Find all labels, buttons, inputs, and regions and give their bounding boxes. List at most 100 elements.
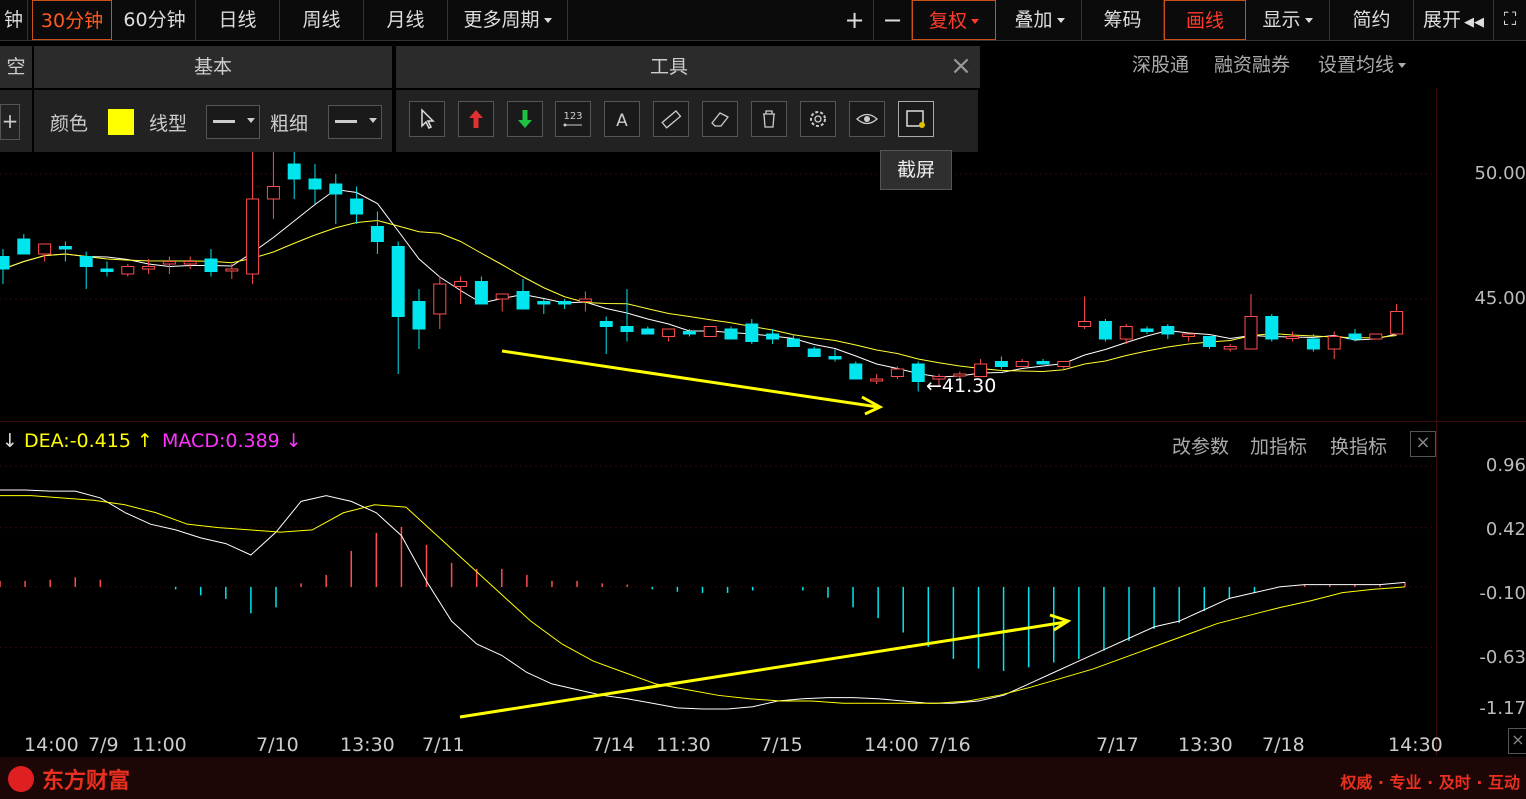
screenshot-tool-button[interactable] bbox=[898, 101, 934, 137]
candle-body bbox=[745, 323, 759, 342]
zoom-out-button[interactable]: − bbox=[874, 0, 912, 40]
candle-body bbox=[558, 301, 572, 305]
more-periods-dropdown[interactable]: 更多周期 bbox=[448, 0, 568, 40]
settings-tool-button[interactable] bbox=[800, 101, 836, 137]
time-label: 7/10 bbox=[256, 734, 299, 756]
up-arrow-tool-button[interactable] bbox=[458, 101, 494, 137]
eraser-icon bbox=[711, 112, 729, 127]
ma10-line bbox=[2, 219, 1397, 373]
close-indicator-icon[interactable]: × bbox=[1410, 431, 1436, 457]
ma5-line bbox=[2, 188, 1397, 378]
visibility-tool-button[interactable] bbox=[849, 101, 885, 137]
rzrq-link[interactable]: 融资融券 bbox=[1214, 50, 1290, 77]
time-label: 14:30 bbox=[1388, 734, 1443, 756]
chevron-down-icon bbox=[369, 118, 377, 123]
candle-body bbox=[766, 333, 780, 340]
ruler-tool-button[interactable] bbox=[653, 101, 689, 137]
price-tick-45: 45.00 bbox=[1474, 288, 1526, 309]
candle-body bbox=[1182, 333, 1196, 337]
candle-body bbox=[1078, 321, 1092, 327]
candle-body bbox=[1202, 336, 1216, 347]
tab-tools[interactable]: 工具 bbox=[396, 46, 942, 88]
expand-button[interactable]: 展开 ◀◀ bbox=[1414, 0, 1494, 40]
dea-line bbox=[0, 495, 1406, 704]
candle-body bbox=[0, 256, 10, 270]
period-tab-30min[interactable]: 30分钟 bbox=[32, 0, 112, 40]
candle-body bbox=[578, 298, 592, 302]
candle-body bbox=[911, 363, 925, 382]
close-panel-icon[interactable]: × bbox=[942, 46, 980, 88]
tab-basic[interactable]: 基本 bbox=[34, 46, 392, 88]
cursor-tool-button[interactable] bbox=[409, 101, 445, 137]
candle-body bbox=[1161, 326, 1175, 335]
candle-body bbox=[287, 163, 301, 180]
period-tab-month[interactable]: 月线 bbox=[364, 0, 448, 40]
swap-indicator-link[interactable]: 换指标 bbox=[1330, 432, 1387, 459]
candle-body bbox=[100, 268, 114, 272]
add-indicator-link[interactable]: 加指标 bbox=[1250, 432, 1307, 459]
period-tab-week[interactable]: 周线 bbox=[280, 0, 364, 40]
number-tool-button[interactable]: 123 bbox=[555, 101, 591, 137]
thickness-select[interactable] bbox=[328, 105, 382, 139]
macd-tick-2: 0.42 bbox=[1485, 519, 1526, 540]
time-label: 11:00 bbox=[132, 734, 187, 756]
eraser-tool-button[interactable] bbox=[702, 101, 738, 137]
delete-tool-button[interactable] bbox=[751, 101, 787, 137]
tab-partial[interactable]: 空 bbox=[0, 46, 32, 88]
set-ma-dropdown[interactable]: 设置均线 bbox=[1318, 50, 1407, 77]
zoom-in-button[interactable]: + bbox=[836, 0, 874, 40]
candle-body bbox=[38, 243, 52, 255]
dea-value: DEA:-0.415 ↑ bbox=[24, 430, 153, 452]
screenshot-icon bbox=[906, 110, 925, 128]
period-tab-day[interactable]: 日线 bbox=[196, 0, 280, 40]
time-label: 7/17 bbox=[1096, 734, 1139, 756]
candle-body bbox=[266, 186, 280, 200]
down-arrow-tool-button[interactable] bbox=[507, 101, 543, 137]
candle-body bbox=[807, 348, 821, 357]
time-label: 13:30 bbox=[340, 734, 395, 756]
uptrend-arrow[interactable] bbox=[459, 613, 1072, 719]
candle-body bbox=[350, 198, 364, 215]
double-left-arrow-icon: ◀◀ bbox=[1464, 15, 1484, 30]
macd-tick-4: -0.63 bbox=[1479, 647, 1526, 668]
change-params-link[interactable]: 改参数 bbox=[1172, 432, 1229, 459]
candle-body bbox=[1369, 333, 1383, 340]
candle-body bbox=[1223, 346, 1237, 350]
close-icon[interactable]: × bbox=[1508, 728, 1526, 754]
fuquan-dropdown[interactable]: 复权 bbox=[912, 0, 996, 40]
settings-icon bbox=[810, 111, 826, 127]
cursor-icon bbox=[421, 108, 435, 130]
candle-body bbox=[308, 178, 322, 190]
draw-line-button[interactable]: 画线 bbox=[1164, 0, 1246, 40]
color-swatch[interactable] bbox=[108, 109, 134, 135]
panel-separator bbox=[0, 421, 1526, 422]
candle-body bbox=[79, 256, 93, 267]
fullscreen-icon[interactable]: ⛶ bbox=[1494, 0, 1526, 40]
candle-body bbox=[620, 326, 634, 332]
number-123-icon: 123 bbox=[563, 111, 583, 127]
candle-body bbox=[121, 266, 135, 275]
downtrend-arrow[interactable] bbox=[501, 349, 884, 416]
candle-body bbox=[724, 328, 738, 340]
text-tool-button[interactable]: A bbox=[604, 101, 640, 137]
candle-body bbox=[1348, 333, 1362, 340]
candle-body bbox=[495, 293, 509, 300]
candle-body bbox=[516, 291, 530, 310]
add-icon[interactable]: + bbox=[0, 104, 20, 140]
eye-icon bbox=[856, 113, 878, 125]
overlay-dropdown[interactable]: 叠加 bbox=[998, 0, 1082, 40]
candle-body bbox=[537, 301, 551, 305]
brand-logo-icon bbox=[8, 766, 34, 792]
simple-mode-button[interactable]: 简约 bbox=[1330, 0, 1414, 40]
candle-body bbox=[890, 368, 904, 377]
period-tab-partial[interactable]: 钟 bbox=[0, 0, 28, 40]
sgt-link[interactable]: 深股通 bbox=[1132, 50, 1189, 77]
time-label: 11:30 bbox=[656, 734, 711, 756]
linetype-select[interactable] bbox=[206, 105, 260, 139]
display-dropdown[interactable]: 显示 bbox=[1246, 0, 1330, 40]
candle-body bbox=[682, 331, 696, 335]
candle-body bbox=[329, 183, 343, 195]
chips-button[interactable]: 筹码 bbox=[1082, 0, 1164, 40]
period-tab-60min[interactable]: 60分钟 bbox=[114, 0, 196, 40]
candle-body bbox=[370, 226, 384, 242]
